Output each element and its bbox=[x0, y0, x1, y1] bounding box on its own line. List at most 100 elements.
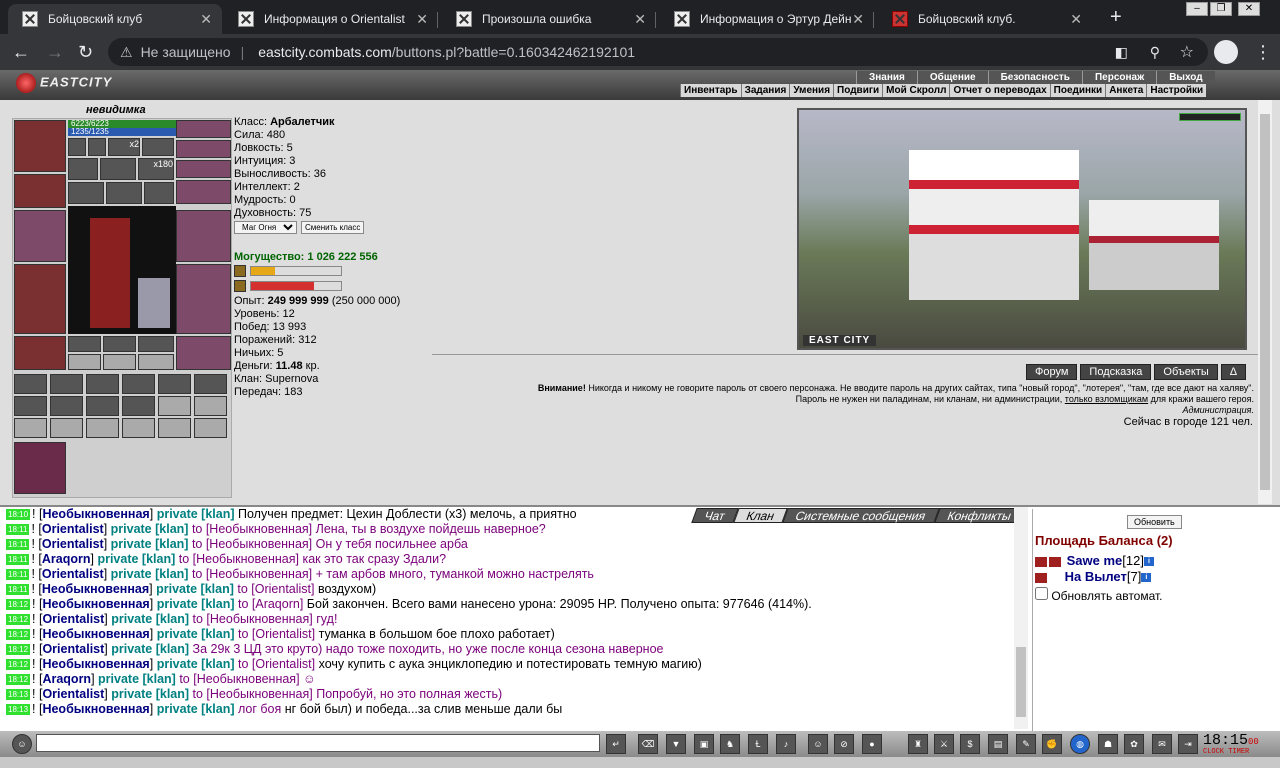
message-author[interactable]: Orientalist bbox=[42, 687, 104, 701]
inventory-bag-icon[interactable]: ♜ bbox=[908, 734, 928, 754]
message-time[interactable]: 18:11 bbox=[6, 554, 30, 565]
shield-slot[interactable] bbox=[176, 210, 231, 262]
message-author[interactable]: Araqorn bbox=[42, 552, 91, 566]
menu-security[interactable]: Безопасность bbox=[987, 71, 1082, 84]
ring-slot[interactable] bbox=[176, 140, 231, 158]
message-author[interactable]: Необыкновенная bbox=[42, 597, 149, 611]
rune-slot[interactable] bbox=[138, 354, 174, 370]
spell-slot[interactable] bbox=[88, 138, 106, 156]
message-recipient[interactable]: to [Orientalist] bbox=[237, 582, 314, 596]
message-author[interactable]: Необыкновенная bbox=[42, 507, 149, 521]
blocked-icon[interactable]: ◧ bbox=[1115, 44, 1128, 61]
spell-slot[interactable]: x180 bbox=[138, 158, 174, 180]
rune-slot[interactable] bbox=[103, 336, 136, 352]
mail-icon[interactable]: ✉ bbox=[1152, 734, 1172, 754]
message-author[interactable]: Необыкновенная bbox=[42, 582, 149, 596]
rune-slot[interactable] bbox=[68, 336, 101, 352]
tab-clan[interactable]: Клан bbox=[733, 508, 788, 523]
inventory-slot[interactable] bbox=[50, 396, 83, 416]
chest-icon[interactable]: ▤ bbox=[988, 734, 1008, 754]
close-tab-icon[interactable]: ✕ bbox=[200, 11, 212, 28]
menu-communication[interactable]: Общение bbox=[916, 71, 988, 84]
message-time[interactable]: 18:13 bbox=[6, 704, 31, 715]
message-recipient[interactable]: to [Orientalist] bbox=[238, 657, 315, 671]
auto-update-toggle[interactable]: Обновлять автомат. bbox=[1035, 587, 1163, 603]
browser-tab-4[interactable]: Информация о Эртур Дейн ✕ bbox=[660, 4, 874, 34]
submenu-skills[interactable]: Умения bbox=[789, 84, 833, 97]
submenu-settings[interactable]: Настройки bbox=[1146, 84, 1206, 97]
message-recipient[interactable]: to [Необыкновенная] bbox=[193, 687, 313, 701]
message-time[interactable]: 18:12 bbox=[6, 614, 31, 625]
inventory-slot[interactable] bbox=[14, 374, 47, 394]
warning-link[interactable]: только взломщикам bbox=[1065, 394, 1148, 404]
spell-slot[interactable] bbox=[68, 158, 98, 180]
rune-slot[interactable] bbox=[103, 354, 136, 370]
message-time[interactable]: 18:12 bbox=[6, 599, 31, 610]
spell-slot[interactable] bbox=[68, 182, 104, 204]
ring-slot[interactable] bbox=[176, 160, 231, 178]
message-time[interactable]: 18:11 bbox=[6, 569, 30, 580]
inventory-slot[interactable] bbox=[14, 396, 47, 416]
chat-scrollbar[interactable] bbox=[1014, 507, 1028, 729]
rune-slot[interactable] bbox=[138, 336, 174, 352]
browser-tab-5[interactable]: Бойцовский клуб. ✕ bbox=[878, 4, 1092, 34]
send-icon[interactable]: ↵ bbox=[606, 734, 626, 754]
rune-slot[interactable] bbox=[68, 354, 101, 370]
weapon-slot[interactable] bbox=[14, 210, 66, 262]
pet-slot[interactable] bbox=[14, 442, 66, 494]
group-icon[interactable]: ☗ bbox=[1098, 734, 1118, 754]
submenu-profile[interactable]: Анкета bbox=[1105, 84, 1146, 97]
message-recipient[interactable]: to [Araqorn] bbox=[238, 597, 303, 611]
menu-knowledge[interactable]: Знания bbox=[856, 71, 917, 84]
back-icon[interactable]: ← bbox=[12, 42, 30, 63]
paw-icon[interactable]: ✿ bbox=[1124, 734, 1144, 754]
exit-icon[interactable]: ⇥ bbox=[1178, 734, 1198, 754]
change-class-button[interactable]: Сменить класс bbox=[301, 221, 365, 234]
message-time[interactable]: 18:12 bbox=[6, 659, 31, 670]
location-picture[interactable]: EAST CITY bbox=[797, 108, 1247, 350]
message-author[interactable]: Orientalist bbox=[42, 537, 104, 551]
ignore-icon[interactable]: ⊘ bbox=[834, 734, 854, 754]
message-recipient[interactable]: to [Необыкновенная] bbox=[179, 672, 299, 686]
money-bag-icon[interactable]: $ bbox=[960, 734, 980, 754]
submenu-scroll[interactable]: Мой Скролл bbox=[882, 84, 949, 97]
spell-slot[interactable] bbox=[100, 158, 136, 180]
new-tab-icon[interactable]: + bbox=[1110, 6, 1122, 29]
info-icon[interactable]: i bbox=[1143, 557, 1154, 567]
menu-character[interactable]: Персонаж bbox=[1081, 71, 1156, 84]
message-author[interactable]: Orientalist bbox=[42, 642, 104, 656]
sound-icon[interactable]: ♪ bbox=[776, 734, 796, 754]
bookmark-star-icon[interactable]: ☆ bbox=[1180, 42, 1194, 62]
message-recipient[interactable]: to [Необыкновенная] bbox=[192, 537, 312, 551]
message-recipient[interactable]: to [Необыкновенная] bbox=[193, 612, 313, 626]
tab-system[interactable]: Системные сообщения bbox=[782, 508, 940, 523]
chat-input[interactable] bbox=[36, 734, 600, 752]
tab-conflicts[interactable]: Конфликты bbox=[933, 508, 1025, 523]
submenu-inventory[interactable]: Инвентарь bbox=[680, 84, 741, 97]
reload-icon[interactable]: ↻ bbox=[78, 42, 93, 63]
gloves-slot[interactable] bbox=[176, 180, 231, 204]
address-field[interactable]: ⚠ Не защищено | eastcity.combats.com/but… bbox=[108, 38, 1208, 66]
zoom-icon[interactable]: ⚲ bbox=[1150, 44, 1160, 61]
profile-avatar[interactable] bbox=[1214, 40, 1238, 64]
hint-button[interactable]: Подсказка bbox=[1080, 364, 1152, 380]
save-icon[interactable]: ▣ bbox=[694, 734, 714, 754]
globe-icon[interactable]: ◍ bbox=[1070, 734, 1090, 754]
close-window-icon[interactable]: ✕ bbox=[1238, 2, 1260, 16]
inventory-slot[interactable] bbox=[86, 374, 119, 394]
message-time[interactable]: 18:11 bbox=[6, 539, 30, 550]
spell-slot[interactable]: x2 bbox=[108, 138, 140, 156]
clear-icon[interactable]: ⌫ bbox=[638, 734, 658, 754]
message-time[interactable]: 18:13 bbox=[6, 689, 31, 700]
menu-icon[interactable]: ⋮ bbox=[1254, 42, 1272, 63]
forum-button[interactable]: Форум bbox=[1026, 364, 1078, 380]
helmet-slot[interactable] bbox=[14, 120, 66, 172]
belt-slot[interactable] bbox=[14, 336, 66, 370]
objects-button[interactable]: Объекты bbox=[1154, 364, 1218, 380]
minimize-icon[interactable]: – bbox=[1186, 2, 1208, 16]
inventory-slot[interactable] bbox=[122, 396, 155, 416]
browser-tab-2[interactable]: Информация о Orientalist ✕ bbox=[224, 4, 438, 34]
message-time[interactable]: 18:12 bbox=[6, 629, 31, 640]
close-tab-icon[interactable]: ✕ bbox=[634, 11, 646, 28]
browser-tab-1[interactable]: Бойцовский клуб ✕ bbox=[8, 4, 222, 34]
